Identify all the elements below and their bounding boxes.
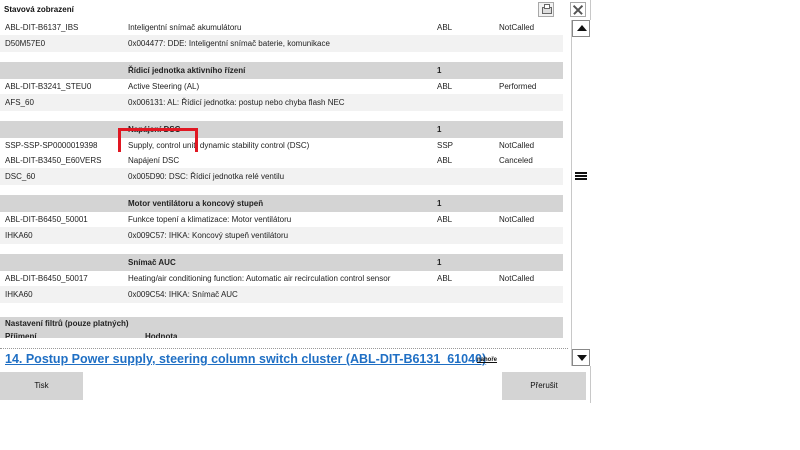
cell-c2: Active Steering (AL) — [128, 82, 200, 91]
row-spacer — [0, 111, 563, 121]
cell-c2: Motor ventilátoru a koncový stupeň — [128, 199, 264, 208]
table-row: D50M57E0 0x004477: DDE: Inteligentní sním… — [0, 35, 563, 52]
next-section-bar: 14. Postup Power supply, steering column… — [0, 348, 568, 369]
scroll-down-arrow-icon[interactable] — [572, 349, 590, 366]
print-button[interactable]: Tisk — [0, 372, 83, 400]
row-spacer — [0, 244, 563, 254]
footer-bar: Tisk Přerušit — [0, 369, 590, 403]
cell-c3: ABL — [437, 23, 453, 32]
vertical-scrollbar[interactable] — [571, 20, 591, 366]
cell-c3: ABL — [437, 156, 453, 165]
cancel-button[interactable]: Přerušit — [502, 372, 586, 400]
highlight-marker — [118, 128, 198, 152]
status-content: ABL-DIT-B6137_IBS Inteligentní snímač aku… — [0, 20, 570, 338]
cell-c1: AFS_60 — [5, 98, 34, 107]
cell-c3: ABL — [437, 274, 453, 283]
print-icon[interactable] — [538, 2, 554, 17]
cell-c2: 0x009C57: IHKA: Koncový stupeň ventiláto… — [128, 231, 289, 240]
cell-c1: ABL-DIT-B6450_50001 — [5, 215, 88, 224]
section-link[interactable]: 14. Postup Power supply, steering column… — [5, 352, 486, 366]
window-title: Stavová zobrazení — [4, 5, 74, 14]
table-row: ABL-DIT-B6450_50017 Heating/air condition… — [0, 271, 563, 286]
group-header-row: Řídicí jednotka aktivního řízení 1 — [0, 62, 563, 79]
cell-c4: Performed — [499, 82, 537, 91]
status-window: Stavová zobrazení ABL-DIT-B6137_IBS Intel… — [0, 0, 591, 403]
cell-c4: NotCalled — [499, 274, 535, 283]
cell-c1: IHKA60 — [5, 231, 33, 240]
group-header-row: Snímač AUC 1 — [0, 254, 563, 271]
cell-c3: 1 — [437, 66, 442, 75]
cell-c1: ABL-DIT-B3450_E60VERS — [5, 156, 102, 165]
table-row: ABL-DIT-B3450_E60VERS Napájení DSC ABL Canc… — [0, 153, 563, 168]
cell-c2: Snímač AUC — [128, 258, 176, 267]
cell-c1: ABL-DIT-B6137_IBS — [5, 23, 79, 32]
cell-c2: Napájení DSC — [128, 156, 180, 165]
filter-title: Nastavení filtrů (pouze platných) — [0, 317, 563, 330]
cell-c2: 0x006131: AL: Řídicí jednotka: postup ne… — [128, 98, 345, 107]
back-to-top-link[interactable]: nahoře — [477, 357, 497, 363]
table-row: SSP-SSP-SP0000019398 Supply, control unit… — [0, 138, 563, 153]
cell-c2: 0x004477: DDE: Inteligentní snímač bater… — [128, 39, 330, 48]
row-spacer — [0, 52, 563, 62]
cell-c4: Canceled — [499, 156, 533, 165]
row-spacer — [0, 303, 563, 317]
cell-c3: 1 — [437, 199, 442, 208]
cell-c3: 1 — [437, 258, 442, 267]
title-bar: Stavová zobrazení — [0, 0, 590, 20]
cell-c3: ABL — [437, 82, 453, 91]
cell-c2: Heating/air conditioning function: Autom… — [128, 274, 391, 283]
cell-c3: ABL — [437, 215, 453, 224]
table-row: IHKA60 0x009C54: IHKA: Snímač AUC — [0, 286, 563, 303]
group-header-row: Motor ventilátoru a koncový stupeň 1 — [0, 195, 563, 212]
filter-header-row: Příjmení Hodnota — [0, 330, 563, 338]
cell-c2: 0x009C54: IHKA: Snímač AUC — [128, 290, 238, 299]
cell-c1: ABL-DIT-B6450_50017 — [5, 274, 88, 283]
scroll-up-arrow-icon[interactable] — [572, 20, 590, 37]
cell-c1: ABL-DIT-B3241_STEU0 — [5, 82, 92, 91]
cell-c1: IHKA60 — [5, 290, 33, 299]
table-row: AFS_60 0x006131: AL: Řídicí jednotka: pos… — [0, 94, 563, 111]
table-row: ABL-DIT-B6137_IBS Inteligentní snímač aku… — [0, 20, 563, 35]
cell-c2: 0x005D90: DSC: Řídicí jednotka relé vent… — [128, 172, 285, 181]
cell-c4: NotCalled — [499, 23, 535, 32]
cell-c1: D50M57E0 — [5, 39, 46, 48]
table-row: IHKA60 0x009C57: IHKA: Koncový stupeň ven… — [0, 227, 563, 244]
cell-c3: SSP — [437, 141, 454, 150]
status-table: ABL-DIT-B6137_IBS Inteligentní snímač aku… — [0, 20, 563, 338]
table-row: DSC_60 0x005D90: DSC: Řídicí jednotka rel… — [0, 168, 563, 185]
filter-col-name: Příjmení — [5, 332, 37, 338]
table-row: ABL-DIT-B6450_50001 Funkce topení a klima… — [0, 212, 563, 227]
scroll-thumb[interactable] — [575, 172, 587, 182]
cell-c2: Inteligentní snímač akumulátoru — [128, 23, 242, 32]
cell-c4: NotCalled — [499, 215, 535, 224]
table-row: ABL-DIT-B3241_STEU0 Active Steering (AL) A… — [0, 79, 563, 94]
close-icon[interactable] — [570, 2, 586, 17]
cell-c3: 1 — [437, 125, 442, 134]
cell-c2: Řídicí jednotka aktivního řízení — [128, 66, 246, 75]
group-header-row: Napájení DSC 1 — [0, 121, 563, 138]
cell-c1: SSP-SSP-SP0000019398 — [5, 141, 98, 150]
filter-col-value: Hodnota — [145, 332, 178, 338]
cell-c1: DSC_60 — [5, 172, 36, 181]
cell-c4: NotCalled — [499, 141, 535, 150]
cell-c2: Funkce topení a klimatizace: Motor venti… — [128, 215, 292, 224]
row-spacer — [0, 185, 563, 195]
